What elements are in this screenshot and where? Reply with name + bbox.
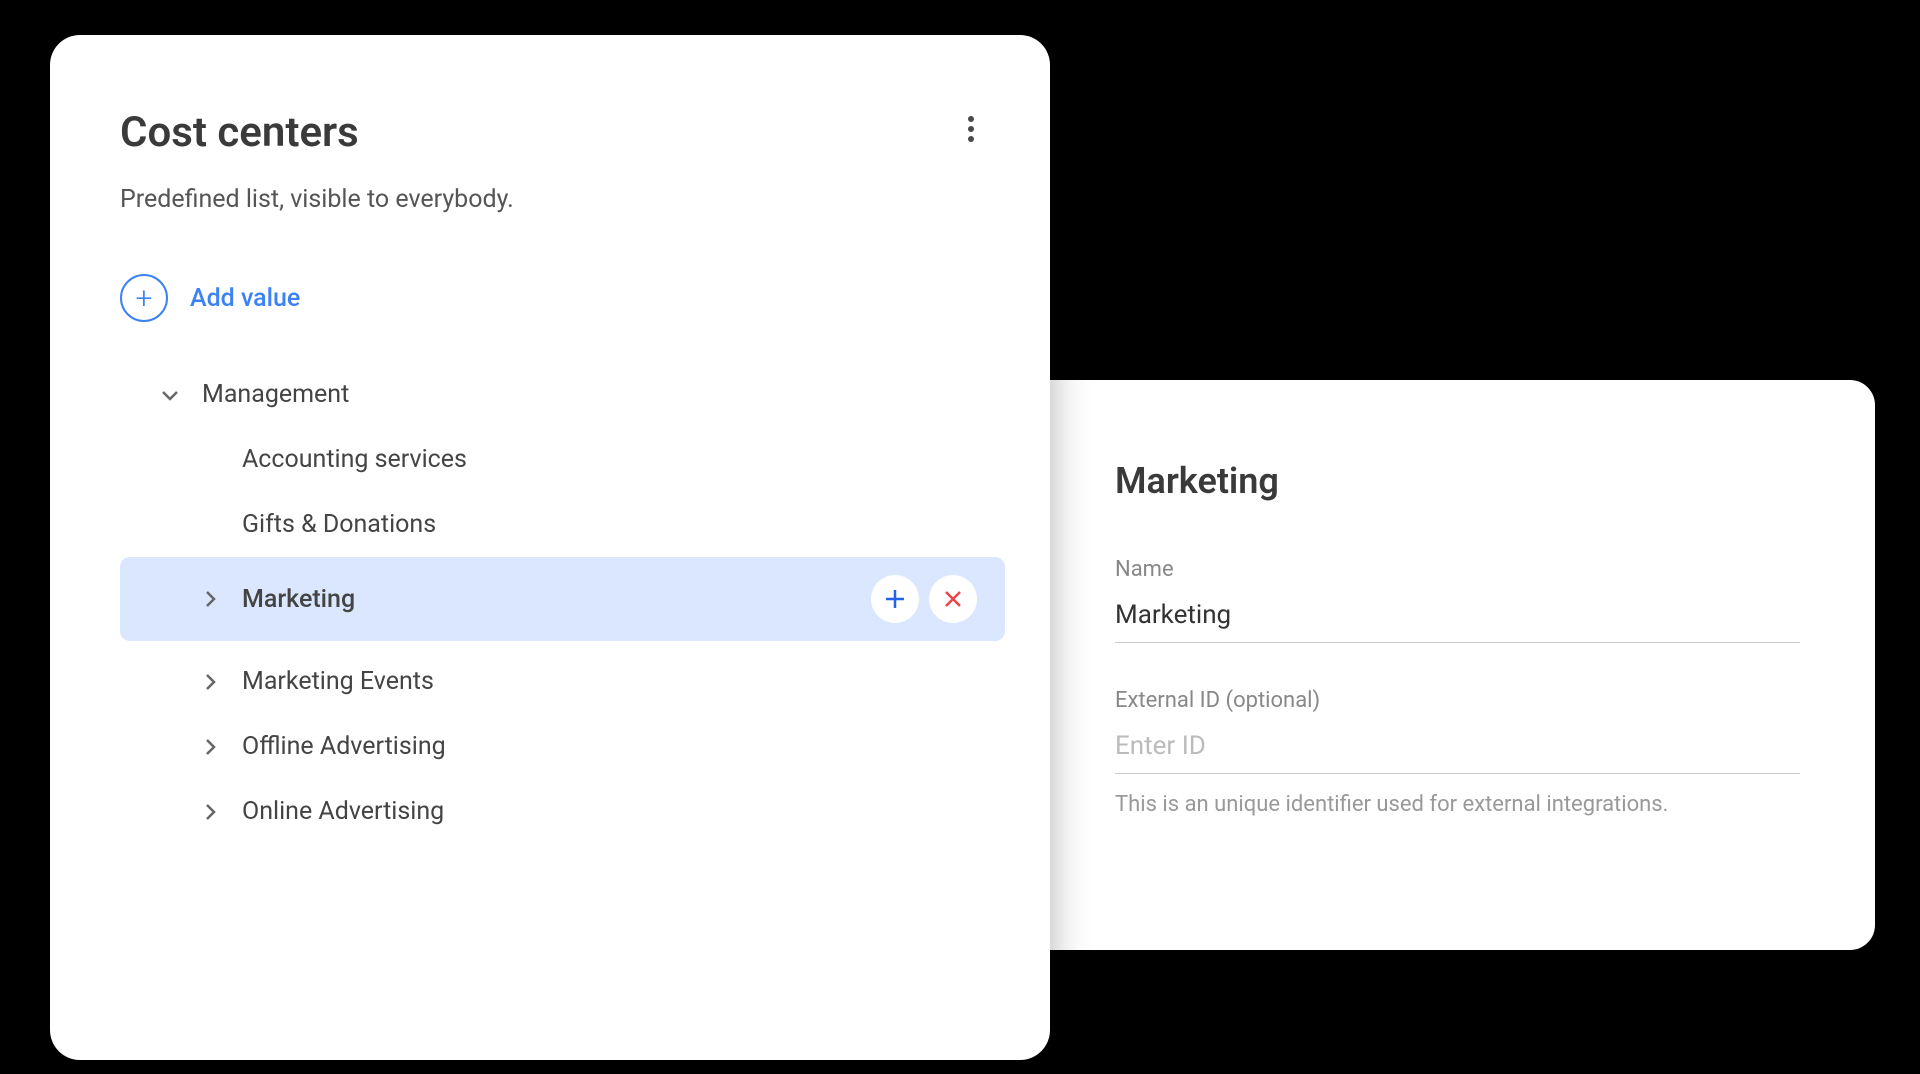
- cost-center-tree: Management Accounting services Gifts & D…: [120, 362, 1005, 844]
- plus-icon: +: [120, 274, 168, 322]
- name-field-label: Name: [1115, 557, 1800, 582]
- tree-item-online-advertising[interactable]: Online Advertising: [120, 779, 1005, 844]
- external-id-field-label: External ID (optional): [1115, 688, 1800, 713]
- add-value-label: Add value: [190, 284, 300, 313]
- tree-item-label: Marketing Events: [242, 667, 434, 696]
- detail-panel: Marketing Name External ID (optional) Th…: [1015, 380, 1875, 950]
- panel-subtitle: Predefined list, visible to everybody.: [120, 185, 1005, 214]
- external-id-helper: This is an unique identifier used for ex…: [1115, 792, 1800, 817]
- tree-item-accounting-services[interactable]: Accounting services: [120, 427, 1005, 492]
- add-value-button[interactable]: + Add value: [120, 274, 1005, 322]
- chevron-down-icon: [160, 389, 180, 401]
- name-input[interactable]: [1115, 594, 1800, 643]
- cost-centers-panel: Cost centers Predefined list, visible to…: [50, 35, 1050, 1060]
- tree-item-marketing[interactable]: Marketing: [120, 557, 1005, 641]
- detail-title: Marketing: [1115, 460, 1800, 502]
- external-id-field-group: External ID (optional) This is an unique…: [1115, 688, 1800, 817]
- tree-item-label: Offline Advertising: [242, 732, 446, 761]
- delete-button[interactable]: [929, 575, 977, 623]
- tree-item-label: Management: [202, 380, 349, 409]
- tree-item-marketing-events[interactable]: Marketing Events: [120, 649, 1005, 714]
- tree-item-management[interactable]: Management: [120, 362, 1005, 427]
- tree-item-gifts-donations[interactable]: Gifts & Donations: [120, 492, 1005, 557]
- chevron-right-icon: [200, 738, 220, 756]
- external-id-input[interactable]: [1115, 725, 1800, 774]
- tree-item-offline-advertising[interactable]: Offline Advertising: [120, 714, 1005, 779]
- tree-item-actions: [871, 575, 985, 623]
- panel-title: Cost centers: [120, 108, 359, 157]
- tree-item-label: Accounting services: [242, 445, 467, 474]
- chevron-right-icon: [200, 590, 220, 608]
- tree-item-label: Gifts & Donations: [242, 510, 436, 539]
- add-child-button[interactable]: [871, 575, 919, 623]
- tree-item-label: Online Advertising: [242, 797, 444, 826]
- chevron-right-icon: [200, 803, 220, 821]
- chevron-right-icon: [200, 673, 220, 691]
- more-icon[interactable]: [957, 105, 985, 160]
- panel-header: Cost centers: [120, 105, 1005, 160]
- name-field-group: Name: [1115, 557, 1800, 643]
- tree-item-label: Marketing: [242, 585, 355, 614]
